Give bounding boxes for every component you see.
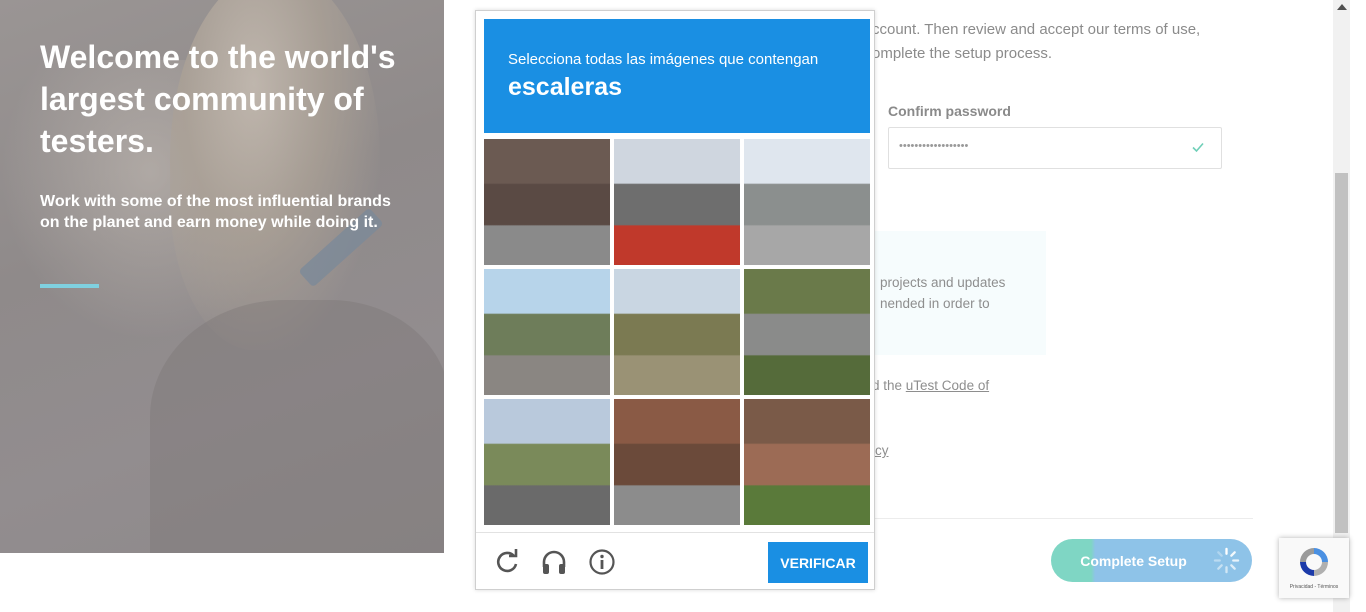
- captcha-tile-7[interactable]: [484, 399, 610, 525]
- scrollbar-thumb[interactable]: [1335, 173, 1348, 533]
- recaptcha-badge[interactable]: Privacidad - Términos: [1279, 538, 1349, 598]
- complete-setup-label: Complete Setup: [1080, 552, 1187, 569]
- verify-button[interactable]: VERIFICAR: [768, 542, 868, 583]
- reload-icon[interactable]: [493, 548, 521, 576]
- confirm-password-label: Confirm password: [888, 103, 1011, 119]
- hero-subtitle: Work with some of the most influential b…: [40, 193, 391, 231]
- code-of-conduct-text: d the uTest Code of: [872, 378, 989, 393]
- scroll-up-arrow-icon[interactable]: [1337, 4, 1347, 10]
- check-icon: [1192, 142, 1204, 153]
- captcha-dialog: Selecciona todas las imágenes que conten…: [475, 10, 875, 590]
- hero-person-body: [150, 300, 444, 553]
- complete-setup-button[interactable]: Complete Setup: [1051, 539, 1252, 582]
- recaptcha-logo-icon: [1300, 548, 1328, 576]
- hero-accent-rule: [40, 284, 99, 288]
- captcha-tile-3[interactable]: [744, 139, 870, 265]
- code-of-conduct-link[interactable]: uTest Code of: [906, 378, 989, 393]
- captcha-target-word: escaleras: [508, 73, 623, 101]
- headphones-icon[interactable]: [540, 548, 568, 576]
- captcha-prompt: Selecciona todas las imágenes que conten…: [508, 51, 819, 68]
- spinner-icon: [1213, 547, 1240, 574]
- confirm-password-field[interactable]: ••••••••••••••••••: [888, 127, 1222, 169]
- captcha-tile-2[interactable]: [614, 139, 740, 265]
- recaptcha-links[interactable]: Privacidad - Términos: [1279, 584, 1349, 590]
- captcha-tile-1[interactable]: [484, 139, 610, 265]
- form-divider: [875, 518, 1253, 519]
- captcha-footer-divider: [476, 532, 874, 533]
- captcha-tile-8[interactable]: [614, 399, 740, 525]
- captcha-tile-5[interactable]: [614, 269, 740, 395]
- info-icon[interactable]: [588, 548, 616, 576]
- captcha-header: Selecciona todas las imágenes que conten…: [484, 19, 870, 133]
- code-prefix: d the: [872, 378, 906, 393]
- hero-title: Welcome to the world's largest community…: [40, 39, 396, 159]
- form-intro-text: ccount. Then review and accept our terms…: [872, 21, 1201, 62]
- info-text: projects and updates nended in order to: [880, 275, 1006, 311]
- captcha-tile-9[interactable]: [744, 399, 870, 525]
- hero-panel: Welcome to the world's largest community…: [0, 0, 444, 553]
- captcha-tile-6[interactable]: [744, 269, 870, 395]
- captcha-image-grid: [484, 139, 870, 525]
- captcha-tile-4[interactable]: [484, 269, 610, 395]
- confirm-password-value: ••••••••••••••••••: [899, 140, 969, 152]
